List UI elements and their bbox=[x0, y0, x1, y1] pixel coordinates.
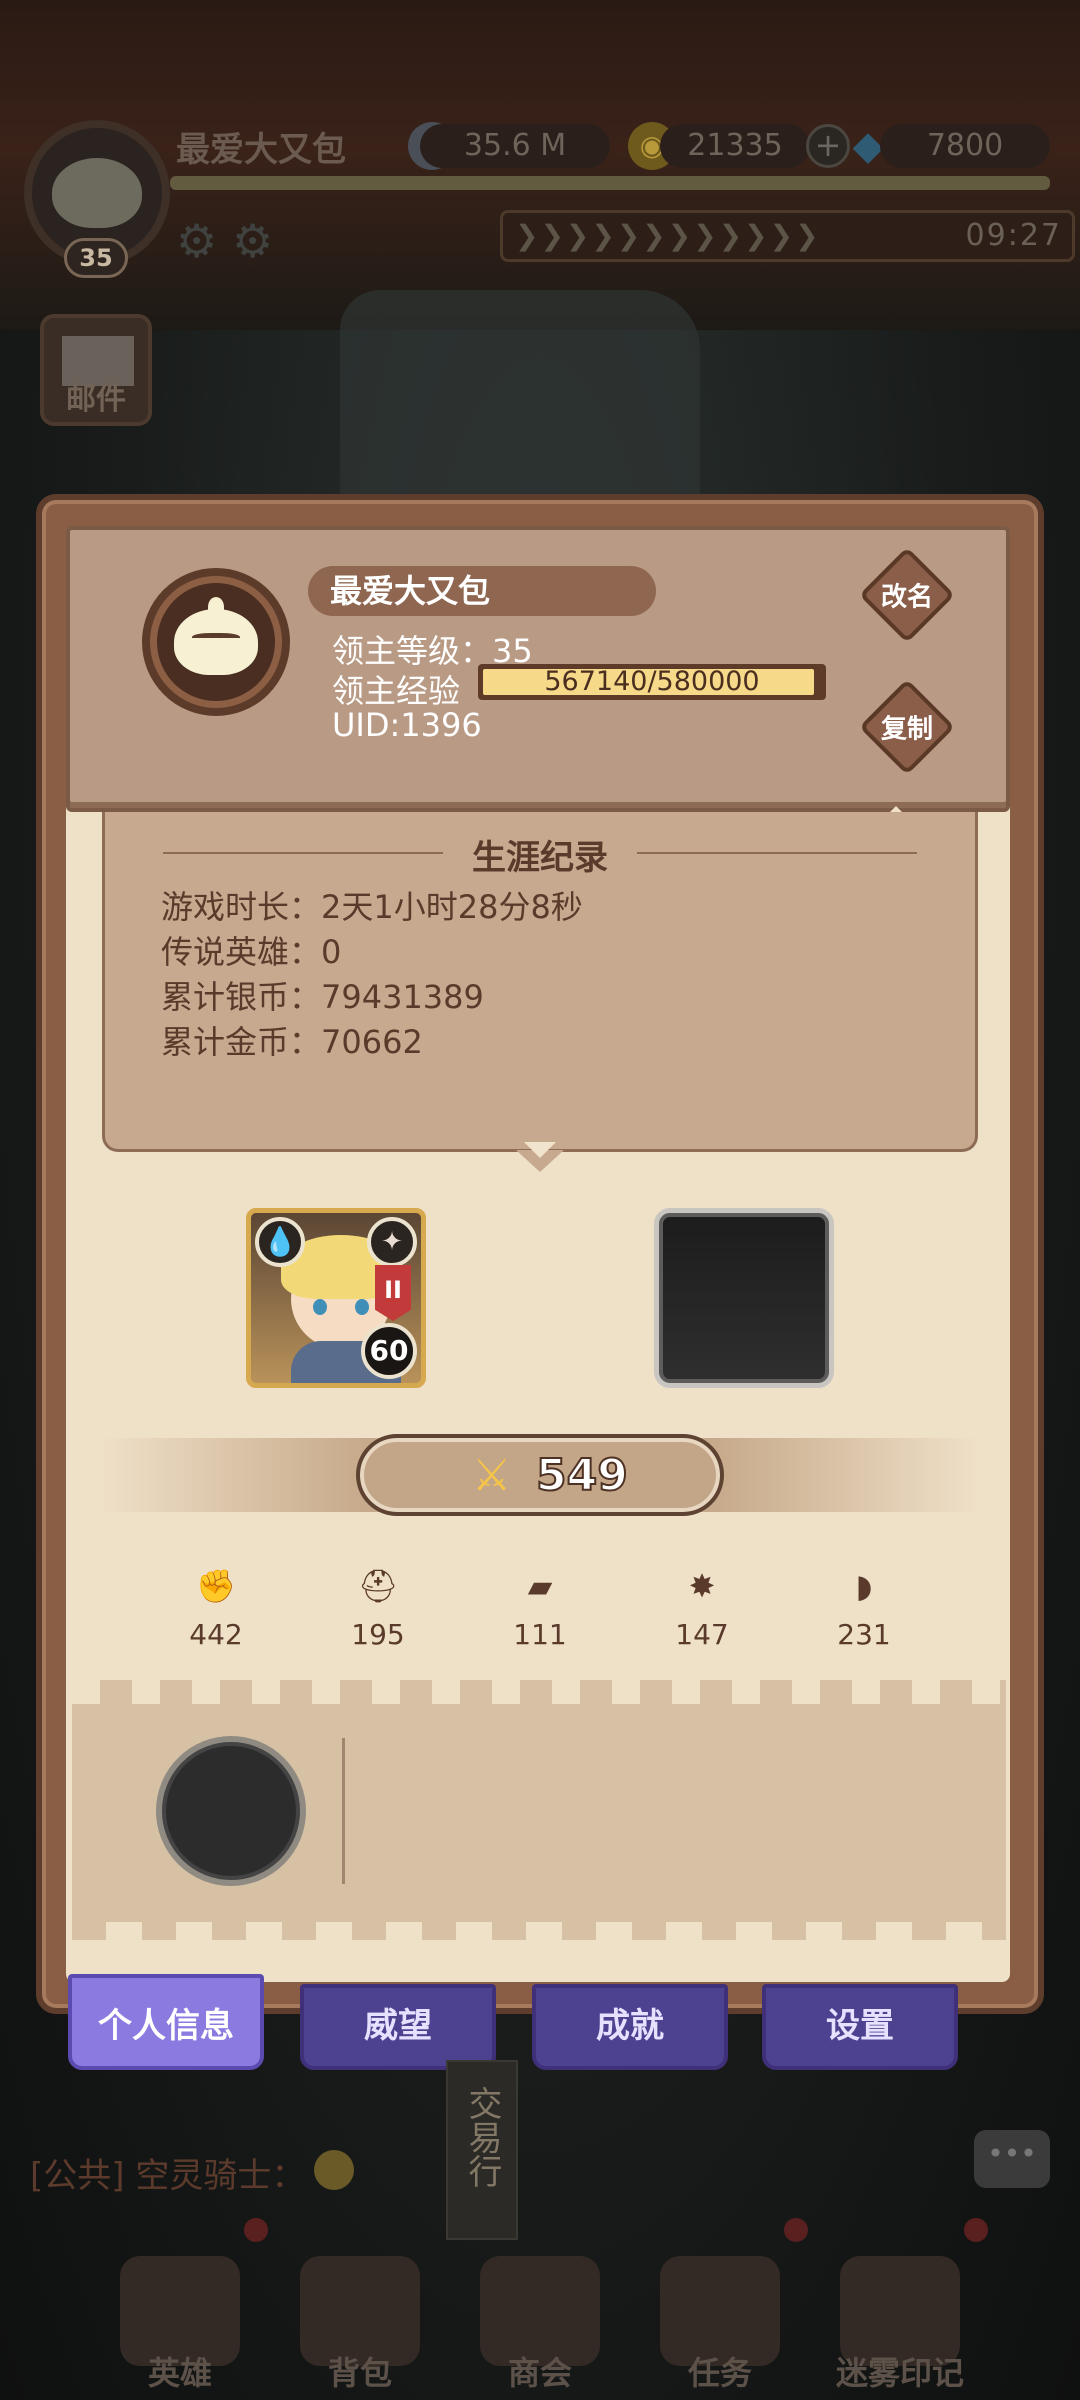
helmet-icon: ⛑ bbox=[357, 1567, 399, 1605]
tab-settings[interactable]: 设置 bbox=[762, 1984, 958, 2070]
crossed-swords-icon: ⚔ bbox=[472, 1450, 512, 1501]
stat-value: 195 bbox=[351, 1618, 405, 1651]
stat-value: 111 bbox=[513, 1618, 567, 1651]
career-title: 生涯纪录 bbox=[472, 838, 608, 878]
stat-defense: ⛑ 195 bbox=[318, 1566, 438, 1651]
burst-icon: ✸ bbox=[688, 1567, 716, 1605]
boot-icon: ▰ bbox=[527, 1567, 553, 1605]
empty-hero-slot[interactable] bbox=[654, 1208, 834, 1388]
hud-player-level: 35 bbox=[64, 238, 128, 278]
tab-achievements[interactable]: 成就 bbox=[532, 1984, 728, 2070]
stat-attack: ✊ 442 bbox=[156, 1566, 276, 1651]
fist-icon: ✊ bbox=[196, 1567, 236, 1605]
career-pointer-inner bbox=[524, 1142, 556, 1158]
chat-emoji bbox=[314, 2150, 354, 2190]
water-element-icon: 💧 bbox=[255, 1217, 305, 1267]
rename-button[interactable]: 改名 bbox=[858, 546, 956, 644]
career-record-box: 生涯纪录 游戏时长：2天1小时28分8秒 传说英雄：0 累计银币：7943138… bbox=[102, 812, 978, 1152]
nav-heroes[interactable]: 英雄 bbox=[100, 2256, 260, 2400]
notification-dot bbox=[784, 2218, 808, 2242]
copy-button-label: 复制 bbox=[880, 714, 934, 745]
gear-icon[interactable]: ⚙ bbox=[176, 214, 217, 268]
trade-post-sign[interactable]: 交易行 bbox=[446, 2060, 518, 2240]
rename-button-label: 改名 bbox=[880, 582, 934, 613]
stat-strength: ◗ 231 bbox=[804, 1566, 924, 1651]
stat-critical: ✸ 147 bbox=[642, 1566, 762, 1651]
torn-edge-bottom bbox=[72, 1922, 1006, 1940]
notification-dot bbox=[964, 2218, 988, 2242]
nav-backpack[interactable]: 背包 bbox=[280, 2256, 440, 2400]
trade-post-label: 交易行 bbox=[462, 2086, 502, 2188]
nav-label: 迷雾印记 bbox=[835, 2354, 964, 2392]
nav-label: 背包 bbox=[327, 2354, 392, 2392]
play-time: 游戏时长：2天1小时28分8秒 bbox=[161, 888, 583, 926]
notification-dot bbox=[244, 2218, 268, 2242]
arm-icon: ◗ bbox=[855, 1567, 873, 1605]
hero-slot[interactable]: 💧 ✦ II 60 bbox=[246, 1208, 426, 1388]
hud-exp-strip bbox=[170, 176, 1050, 190]
combat-power-value: 549 bbox=[535, 1449, 629, 1502]
energy-timer: 09:27 bbox=[965, 218, 1062, 253]
nav-label: 任务 bbox=[687, 2354, 752, 2392]
copy-uid-button[interactable]: 复制 bbox=[858, 678, 956, 776]
mail-label: 邮件 bbox=[66, 382, 126, 417]
stat-value: 147 bbox=[675, 1618, 729, 1651]
diamond-amount: 7800 bbox=[880, 124, 1050, 168]
nav-label: 商会 bbox=[507, 2354, 572, 2392]
tab-personal-info[interactable]: 个人信息 bbox=[68, 1974, 264, 2070]
hero-class-icon: ✦ bbox=[367, 1217, 417, 1267]
hud-player-name: 最爱大又包 bbox=[176, 130, 346, 170]
nav-guild[interactable]: 商会 bbox=[460, 2256, 620, 2400]
energy-bar: ❯❯❯❯❯❯❯❯❯❯❯❯ 09:27 bbox=[500, 210, 1075, 262]
stat-speed: ▰ 111 bbox=[480, 1566, 600, 1651]
stat-value: 442 bbox=[189, 1618, 243, 1651]
nav-label: 英雄 bbox=[147, 2354, 212, 2392]
profile-name: 最爱大又包 bbox=[308, 566, 656, 616]
tab-prestige[interactable]: 威望 bbox=[300, 1984, 496, 2070]
gold-amount: 21335 bbox=[660, 124, 810, 168]
gear-icon[interactable]: ⚙ bbox=[232, 214, 273, 268]
lord-exp-text: 567140/580000 bbox=[544, 666, 760, 697]
nav-quests[interactable]: 任务 bbox=[640, 2256, 800, 2400]
uid-text: UID:1396 bbox=[332, 706, 482, 744]
silver-amount: 35.6 M bbox=[420, 124, 610, 168]
profile-avatar[interactable] bbox=[142, 568, 290, 716]
total-gold: 累计金币：70662 bbox=[161, 1023, 423, 1061]
total-silver: 累计银币：79431389 bbox=[161, 978, 484, 1016]
hero-rank-badge: II bbox=[375, 1265, 411, 1321]
profile-card: 最爱大又包 领主等级：35 领主经验 567140/580000 UID:139… bbox=[66, 526, 1010, 820]
nav-mist-seal[interactable]: 迷雾印记 bbox=[820, 2256, 980, 2400]
mail-button[interactable]: 邮件 bbox=[40, 314, 152, 426]
chat-button[interactable]: ••• bbox=[974, 2130, 1050, 2188]
hero-level: 60 bbox=[361, 1323, 417, 1379]
torn-edge-top bbox=[72, 1680, 1006, 1704]
public-chat-line: [公共] 空灵骑士： bbox=[30, 2156, 306, 2196]
empty-pet-slot[interactable] bbox=[156, 1736, 306, 1886]
legend-heroes: 传说英雄：0 bbox=[161, 933, 342, 971]
combat-power: ⚔ 549 bbox=[356, 1434, 724, 1516]
stat-value: 231 bbox=[837, 1618, 891, 1651]
vertical-divider bbox=[342, 1738, 345, 1884]
lord-exp-bar: 567140/580000 bbox=[478, 664, 826, 700]
